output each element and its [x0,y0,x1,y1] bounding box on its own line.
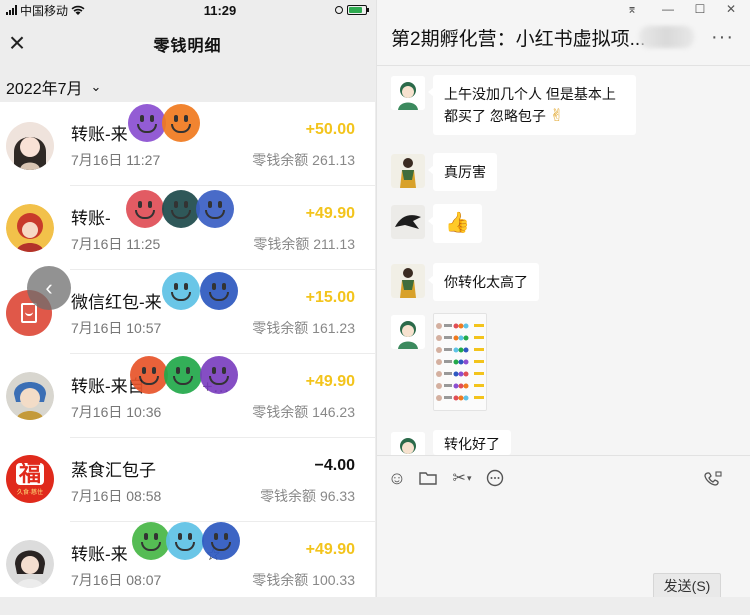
smiley-sticker [164,356,202,394]
smiley-sticker [130,356,168,394]
chat-header: ⌆ — ☐ ✕ 第2期孵化营：小红书虚拟项... ··· [377,0,750,66]
chat-title: 第2期孵化营：小红书虚拟项... [391,29,646,50]
wallet-panel: 中国移动 11:29 × 零钱明细 2022年7月 ⌄ 转账-来 7月16日 1… [0,0,375,597]
pin-icon[interactable]: ⌆ [625,2,639,16]
month-label: 2022年7月 [6,80,83,98]
transaction-date: 7月16日 10:57 [71,320,162,336]
wifi-icon [71,5,85,15]
transaction-row[interactable]: 福 久食·慈住 蒸食汇包子 7月16日 08:58 −4.00 零钱余额 96.… [0,438,375,522]
folder-icon[interactable] [418,468,438,488]
transaction-title: 转账-来 [71,125,128,144]
message-input-area[interactable]: ☺ ✂ ▾ 发送(S) [377,455,750,599]
status-left: 中国移动 [6,2,85,19]
transaction-title: 蒸食汇包子 [71,461,156,480]
smiley-sticker [200,272,238,310]
smiley-sticker [162,272,200,310]
clock: 11:29 [203,2,237,18]
nav-bar: × 零钱明细 [0,20,375,67]
merchant-logo: 福 久食·慈住 [6,455,54,503]
victory-hand-emoji: ✌ [549,106,565,125]
transaction-title: 转账- [71,209,111,228]
smiley-sticker [166,522,204,560]
avatar[interactable] [391,315,425,349]
logo-subtext: 久食·慈住 [17,489,43,496]
send-button[interactable]: 发送(S) [653,573,721,599]
battery-icon [347,5,369,15]
close-icon[interactable]: × [4,29,30,57]
message-bubble: 👍 [428,204,482,243]
page-title: 零钱明细 [153,37,222,55]
message-bubble: 你转化太高了 [428,263,539,301]
transaction-date: 7月16日 08:07 [71,572,162,588]
avatar [6,372,54,420]
chat-window: ⌆ — ☐ ✕ 第2期孵化营：小红书虚拟项... ··· 上午没加几个人 但是基… [376,0,750,599]
transaction-balance: 零钱余额 100.33 [252,572,355,588]
image-message[interactable] [433,313,487,411]
smiley-sticker [162,190,200,228]
message-bubble: 上午没加几个人 但是基本上 都买了 忽略包子 ✌ [428,75,636,135]
chevron-left-icon[interactable]: ‹ [27,266,71,310]
signal-icon [6,5,17,15]
transaction-amount: +49.90 [305,205,355,222]
bottom-bar [0,597,750,615]
transaction-date: 7月16日 10:36 [71,404,162,420]
maximize-icon[interactable]: ☐ [693,2,707,16]
more-icon[interactable]: ··· [711,26,734,49]
avatar[interactable] [391,264,425,298]
transaction-amount: +15.00 [305,289,355,306]
thumbs-up-emoji: 👍 [445,212,470,234]
message-text: 转化好了 [444,436,500,452]
transaction-date: 7月16日 08:58 [71,488,162,504]
message-bubble: 真厉害 [428,153,497,191]
avatar[interactable] [391,205,425,239]
smiley-sticker [126,190,164,228]
chevron-down-icon: ⌄ [90,78,102,94]
transaction-balance: 零钱余额 261.13 [252,152,355,168]
avatar [6,540,54,588]
minimize-icon[interactable]: — [661,2,675,16]
battery-level [349,7,362,13]
status-bar: 中国移动 11:29 [0,0,375,20]
smiley-sticker [128,104,166,142]
screen: 中国移动 11:29 × 零钱明细 2022年7月 ⌄ 转账-来 7月16日 1… [0,0,750,615]
chat-bubble-icon[interactable] [485,468,505,488]
blurred-region [639,26,694,48]
smiley-sticker [162,104,200,142]
transaction-balance: 零钱余额 146.23 [252,404,355,420]
transaction-balance: 零钱余额 161.23 [252,320,355,336]
avatar[interactable] [391,154,425,188]
smiley-sticker [200,356,238,394]
close-window-icon[interactable]: ✕ [724,2,738,16]
smiley-sticker [196,190,234,228]
logo-char: 福 [15,462,44,485]
avatar [6,122,54,170]
message-text: 上午没加几个人 但是基本上 [444,86,616,102]
smiley-sticker [132,522,170,560]
lock-rotation-icon [335,6,343,14]
transaction-amount: +49.90 [305,541,355,558]
transaction-amount: −4.00 [314,457,355,474]
transaction-date: 7月16日 11:27 [71,152,161,168]
avatar [6,204,54,252]
transaction-title: 微信红包-来 [71,293,162,312]
transaction-amount: +49.90 [305,373,355,390]
message-bubble: 转化好了 [433,430,511,455]
avatar[interactable] [391,76,425,110]
emoji-icon[interactable]: ☺ [387,468,407,488]
video-call-icon[interactable] [703,468,723,488]
transaction-balance: 零钱余额 96.33 [260,488,355,504]
scissors-icon[interactable]: ✂ ▾ [449,468,475,488]
month-filter[interactable]: 2022年7月 ⌄ [0,67,375,107]
transaction-balance: 零钱余额 211.13 [253,236,355,252]
transaction-amount: +50.00 [305,121,355,138]
status-right [335,5,369,15]
carrier-label: 中国移动 [20,3,69,18]
transaction-date: 7月16日 11:25 [71,236,161,252]
smiley-sticker [202,522,240,560]
message-text: 都买了 忽略包子 ✌ [444,106,565,125]
